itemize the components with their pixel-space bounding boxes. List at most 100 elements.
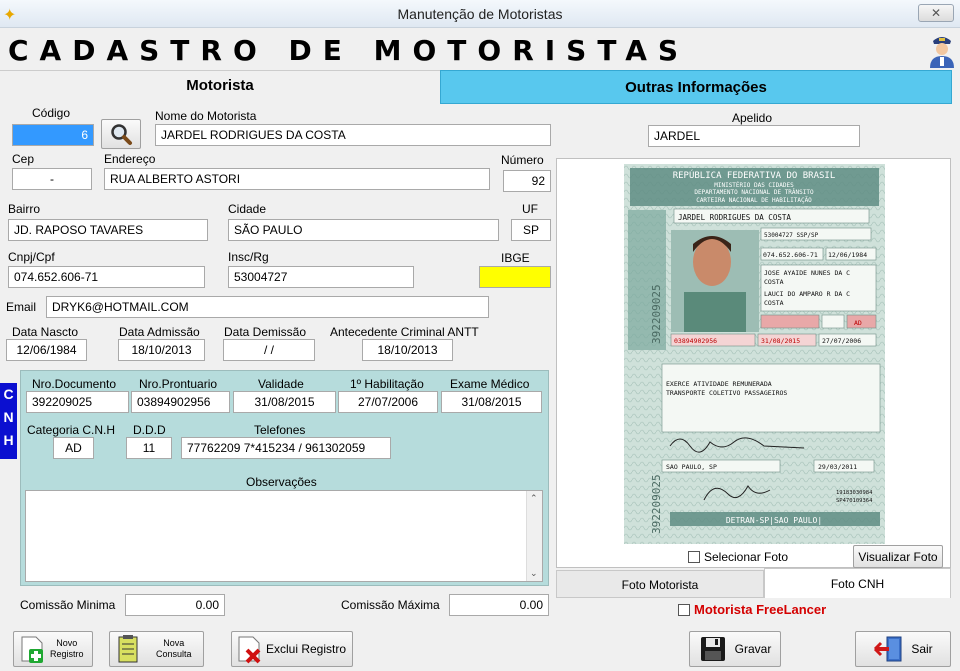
email-field[interactable]: DRYK6@HOTMAIL.COM xyxy=(46,296,489,318)
email-label: Email xyxy=(6,300,37,314)
cnh-primeira: 27/07/2006 xyxy=(822,337,861,345)
sair-button[interactable]: Sair xyxy=(855,631,951,667)
codigo-field[interactable]: 6 xyxy=(12,124,94,146)
observacoes-scrollbar[interactable]: ⌃ ⌄ xyxy=(526,491,542,581)
cnh-strip: C N H xyxy=(0,383,17,459)
data-demissao-label: Data Demissão xyxy=(224,325,307,339)
primeira-habilitacao-label: 1º Habilitação xyxy=(350,377,424,391)
cnh-footer: DETRAN-SP|SAO PAULO| xyxy=(726,516,822,525)
cnh-header-1: REPÚBLICA FEDERATIVA DO BRASIL xyxy=(673,169,836,181)
cnh-header-4: CARTEIRA NACIONAL DE HABILITAÇÃO xyxy=(696,197,812,204)
gravar-button[interactable]: Gravar xyxy=(689,631,781,667)
validade-label: Validade xyxy=(258,377,304,391)
cep-label: Cep xyxy=(12,152,35,166)
data-demissao-field[interactable]: / / xyxy=(223,339,315,361)
novo-registro-button[interactable]: Novo Registro xyxy=(13,631,93,667)
cnh-side-number-2: 392209025 xyxy=(650,474,663,534)
cidade-field[interactable]: SÃO PAULO xyxy=(228,219,499,241)
cnh-header-3: DEPARTAMENTO NACIONAL DE TRÂNSITO xyxy=(694,189,814,196)
nro-documento-label: Nro.Documento xyxy=(32,377,117,391)
cnh-name: JARDEL RODRIGUES DA COSTA xyxy=(678,213,791,222)
driver-avatar-icon xyxy=(928,32,956,68)
cnh-cat: AD xyxy=(854,319,862,327)
cnh-registro: 03894902956 xyxy=(674,337,717,345)
tab-foto-motorista[interactable]: Foto Motorista xyxy=(556,570,764,598)
insc-label: Insc/Rg xyxy=(228,250,269,264)
gravar-label: Gravar xyxy=(734,642,772,656)
validade-field[interactable]: 31/08/2015 xyxy=(233,391,336,413)
primeira-habilitacao-field[interactable]: 27/07/2006 xyxy=(338,391,438,413)
nro-prontuario-field[interactable]: 03894902956 xyxy=(131,391,230,413)
cnh-obs-2: TRANSPORTE COLETIVO PASSAGEIROS xyxy=(666,389,787,397)
nova-consulta-line-1: Nova xyxy=(163,638,185,648)
exclui-registro-label: Exclui Registro xyxy=(266,642,347,656)
nova-consulta-button[interactable]: Nova Consulta xyxy=(109,631,204,667)
cnh-card-image: REPÚBLICA FEDERATIVA DO BRASIL MINISTÉRI… xyxy=(624,164,885,544)
observacoes-textarea[interactable] xyxy=(25,490,543,582)
close-button[interactable]: ✕ xyxy=(918,4,954,22)
data-nascto-field[interactable]: 12/06/1984 xyxy=(6,339,87,361)
search-button[interactable] xyxy=(101,119,141,149)
selecionar-foto-label: Selecionar Foto xyxy=(704,550,789,564)
cnh-filiacao-4: COSTA xyxy=(764,299,784,307)
page-title: CADASTRO DE MOTORISTAS xyxy=(8,34,690,67)
cnh-code-1: 19183030984 xyxy=(836,490,873,496)
exit-door-icon xyxy=(874,636,902,662)
freelancer-checkbox[interactable] xyxy=(678,604,690,616)
data-admissao-field[interactable]: 18/10/2013 xyxy=(118,339,205,361)
cnpj-label: Cnpj/Cpf xyxy=(8,250,55,264)
insc-field[interactable]: 53004727 xyxy=(228,266,414,288)
cnpj-field[interactable]: 074.652.606-71 xyxy=(8,266,205,288)
categoria-field[interactable]: AD xyxy=(53,437,94,459)
apelido-label: Apelido xyxy=(732,111,773,125)
cnh-filiacao-1: JOSE AYAIDE NUNES DA C xyxy=(764,269,850,277)
telefones-field[interactable]: 77762209 7*415234 / 961302059 xyxy=(181,437,391,459)
cnh-code-2: SP470109364 xyxy=(836,498,873,504)
ddd-field[interactable]: 11 xyxy=(126,437,172,459)
cnh-letter: H xyxy=(3,432,14,448)
cep-field[interactable]: - xyxy=(12,168,92,190)
visualizar-foto-button[interactable]: Visualizar Foto xyxy=(853,545,943,568)
numero-label: Número xyxy=(501,153,544,167)
exame-medico-field[interactable]: 31/08/2015 xyxy=(441,391,542,413)
endereco-field[interactable]: RUA ALBERTO ASTORI xyxy=(104,168,490,190)
cnh-birth: 12/06/1984 xyxy=(828,251,867,259)
cnh-side-number-1: 392209025 xyxy=(650,284,663,344)
cnh-header-2: MINISTÉRIO DAS CIDADES xyxy=(714,181,794,189)
numero-field[interactable]: 92 xyxy=(503,170,551,192)
bairro-field[interactable]: JD. RAPOSO TAVARES xyxy=(8,219,208,241)
comissao-maxima-label: Comissão Máxima xyxy=(341,598,440,612)
tab-motorista[interactable]: Motorista xyxy=(0,70,440,104)
comissao-minima-field[interactable]: 0.00 xyxy=(125,594,225,616)
codigo-label: Código xyxy=(32,106,71,120)
novo-registro-line-2: Registro xyxy=(50,649,84,659)
apelido-field[interactable]: JARDEL xyxy=(648,125,860,147)
nro-documento-field[interactable]: 392209025 xyxy=(26,391,129,413)
tab-foto-cnh[interactable]: Foto CNH xyxy=(764,568,951,598)
scroll-up-icon[interactable]: ⌃ xyxy=(530,493,538,504)
comissao-minima-label: Comissão Minima xyxy=(20,598,116,612)
nro-prontuario-label: Nro.Prontuario xyxy=(139,377,218,391)
endereco-label: Endereço xyxy=(104,152,156,166)
nome-field[interactable]: JARDEL RODRIGUES DA COSTA xyxy=(155,124,551,146)
freelancer-label: Motorista FreeLancer xyxy=(694,602,827,617)
data-admissao-label: Data Admissão xyxy=(119,325,200,339)
antecedente-label: Antecedente Criminal ANTT xyxy=(330,325,479,339)
selecionar-foto-checkbox[interactable] xyxy=(688,551,700,563)
nova-consulta-line-2: Consulta xyxy=(156,649,192,659)
ibge-field[interactable] xyxy=(479,266,551,288)
nome-label: Nome do Motorista xyxy=(155,109,257,123)
notepad-icon xyxy=(118,635,138,663)
comissao-maxima-field[interactable]: 0.00 xyxy=(449,594,549,616)
scroll-down-icon[interactable]: ⌄ xyxy=(530,568,538,579)
telefones-label: Telefones xyxy=(254,423,306,437)
uf-field[interactable]: SP xyxy=(511,219,551,241)
magnifier-icon xyxy=(111,124,132,145)
cnh-emissao: 29/03/2011 xyxy=(818,463,857,471)
antecedente-field[interactable]: 18/10/2013 xyxy=(362,339,453,361)
cnh-letter: C xyxy=(3,386,14,402)
cnh-validade: 31/08/2015 xyxy=(761,337,800,345)
exclui-registro-button[interactable]: Exclui Registro xyxy=(231,631,353,667)
cnh-doc: 53004727 SSP/SP xyxy=(764,232,819,239)
tab-outras-informacoes[interactable]: Outras Informações xyxy=(440,70,952,104)
